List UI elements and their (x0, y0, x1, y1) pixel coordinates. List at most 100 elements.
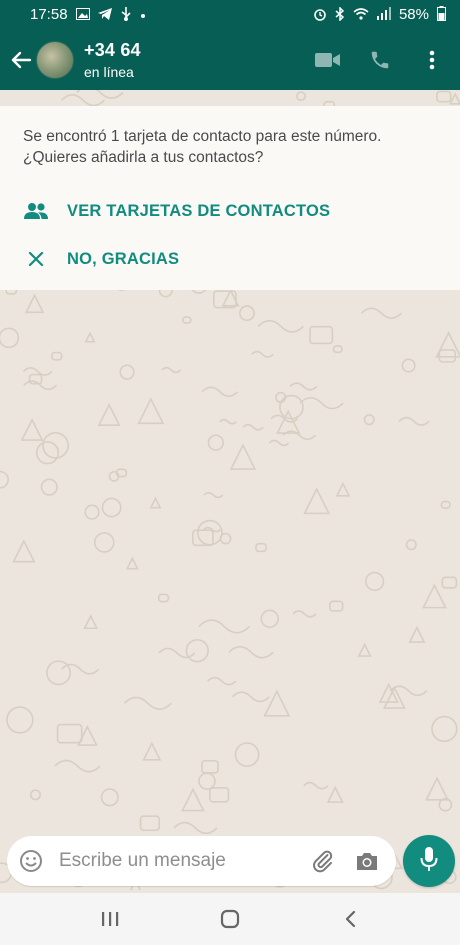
wallpaper-doodle (440, 500, 451, 509)
voice-call-icon[interactable] (366, 46, 394, 74)
gallery-icon (75, 7, 90, 22)
wallpaper-doodle (84, 504, 100, 520)
status-bar: 17:58 58% (0, 0, 460, 29)
camera-icon[interactable] (352, 846, 382, 876)
wallpaper-doodle (255, 542, 267, 553)
wallpaper-doodle (398, 416, 430, 426)
wallpaper-doodle (234, 742, 260, 767)
attach-icon[interactable] (308, 846, 338, 876)
wallpaper-doodle (405, 539, 417, 551)
wallpaper-doodle (6, 706, 34, 734)
wallpaper-doodle (119, 364, 135, 380)
usb-icon (120, 6, 132, 23)
wallpaper-doodle (268, 439, 290, 447)
wallpaper-doodle (431, 715, 458, 743)
wallpaper-doodle (296, 91, 306, 102)
wallpaper-doodle (23, 380, 58, 391)
wallpaper-doodle (289, 382, 318, 391)
wallpaper-doodle (207, 676, 237, 686)
wifi-icon (353, 7, 369, 22)
wallpaper-doodle (137, 397, 165, 425)
view-contact-cards-label: VER TARJETAS DE CONTACTOS (67, 201, 331, 220)
microphone-icon (420, 846, 438, 877)
dot-icon (140, 8, 146, 21)
chat-header: +34 64 en línea (0, 29, 460, 90)
contact-status: en línea (84, 63, 134, 80)
wallpaper-doodle (382, 685, 406, 709)
no-thanks-button[interactable]: NO, GRACIAS (22, 244, 179, 274)
wallpaper-doodle (422, 583, 447, 609)
wallpaper-doodle (84, 331, 96, 343)
wallpaper-doodle (292, 610, 317, 618)
wallpaper-doodle (401, 358, 416, 373)
wallpaper-doodle (251, 350, 274, 358)
wallpaper-doodle (60, 94, 105, 107)
wallpaper-doodle (363, 414, 375, 426)
message-input[interactable]: Escribe un mensaje (59, 850, 308, 872)
wallpaper-doodle (360, 307, 402, 320)
wallpaper-doodle (182, 316, 192, 324)
wallpaper-doodle (260, 609, 279, 628)
wallpaper-doodle (303, 487, 331, 515)
wallpaper-doodle (83, 614, 99, 630)
wallpaper-doodle (198, 772, 216, 790)
wallpaper-doodle (40, 478, 58, 496)
home-icon[interactable] (210, 899, 250, 939)
contact-card-banner: Se encontró 1 tarjeta de contacto para e… (0, 106, 460, 290)
wallpaper-doodle (12, 539, 36, 563)
wallpaper-doodle (239, 305, 255, 322)
no-thanks-label: NO, GRACIAS (67, 249, 180, 268)
wallpaper-doodle (209, 787, 230, 803)
wallpaper-doodle (229, 443, 257, 470)
wallpaper-doodle (201, 759, 219, 774)
wallpaper-doodle (35, 441, 60, 465)
wallpaper-doodle (207, 434, 225, 451)
wallpaper-doodle (123, 696, 172, 710)
view-contact-cards-button[interactable]: VER TARJETAS DE CONTACTOS (22, 196, 330, 226)
wallpaper-doodle (173, 821, 218, 835)
wallpaper-doodle (149, 496, 162, 509)
signal-icon (376, 7, 391, 22)
wallpaper-doodle (332, 345, 343, 354)
contact-info[interactable]: +34 64 en línea (84, 40, 141, 80)
more-options-icon[interactable] (418, 46, 446, 74)
back-nav-icon[interactable] (330, 899, 370, 939)
telegram-icon (97, 7, 112, 22)
wallpaper-doodle (231, 691, 270, 703)
wallpaper-doodle (185, 638, 209, 663)
wallpaper-doodle (436, 90, 452, 103)
wallpaper-doodle (219, 418, 237, 425)
wallpaper-doodle (279, 394, 304, 420)
wallpaper-doodle (449, 92, 460, 105)
wallpaper-doodle (357, 642, 372, 657)
back-arrow-icon[interactable] (6, 45, 36, 75)
wallpaper-doodle (335, 481, 351, 497)
close-icon (22, 251, 50, 267)
wallpaper-doodle (51, 351, 63, 361)
wallpaper-doodle (425, 776, 450, 801)
wallpaper-doodle (24, 293, 45, 314)
avatar[interactable] (36, 40, 74, 79)
wallpaper-doodle (56, 723, 83, 744)
wallpaper-doodle (139, 815, 161, 832)
wallpaper-doodle (203, 491, 224, 499)
emoji-icon[interactable] (17, 847, 45, 875)
video-call-icon[interactable] (314, 46, 342, 74)
wallpaper-doodle (142, 741, 162, 761)
wallpaper-doodle (438, 349, 457, 363)
wallpaper-doodle (364, 571, 385, 592)
wallpaper-doodle (125, 556, 139, 570)
battery-percent: 58% (398, 6, 429, 23)
contacts-icon (22, 202, 50, 220)
wallpaper-doodle (158, 647, 196, 659)
wallpaper-doodle (0, 327, 20, 349)
voice-message-button[interactable] (403, 835, 455, 887)
battery-icon (437, 6, 446, 23)
wallpaper-doodle (161, 366, 182, 374)
wallpaper-doodle (299, 396, 344, 410)
recent-apps-icon[interactable] (90, 899, 130, 939)
wallpaper-doodle (263, 689, 291, 717)
wallpaper-doodle (181, 787, 205, 812)
bluetooth-icon (335, 5, 345, 23)
wallpaper-doodle (93, 532, 115, 553)
